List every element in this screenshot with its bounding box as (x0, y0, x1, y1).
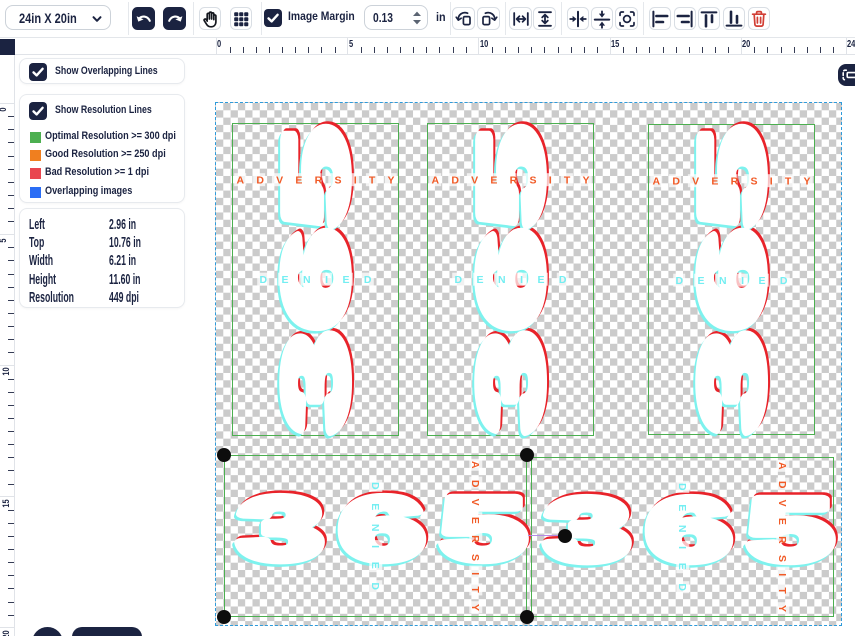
svg-text:ADVERSITY: ADVERSITY (469, 461, 481, 611)
svg-text:ADVERSITY: ADVERSITY (432, 175, 590, 187)
svg-text:ADVERSITY: ADVERSITY (237, 175, 395, 187)
svg-text:365: 365 (545, 481, 849, 579)
svg-text:ADVERSITY: ADVERSITY (776, 462, 788, 612)
svg-text:ADVERSITY: ADVERSITY (653, 176, 811, 188)
svg-text:365: 365 (238, 480, 542, 578)
